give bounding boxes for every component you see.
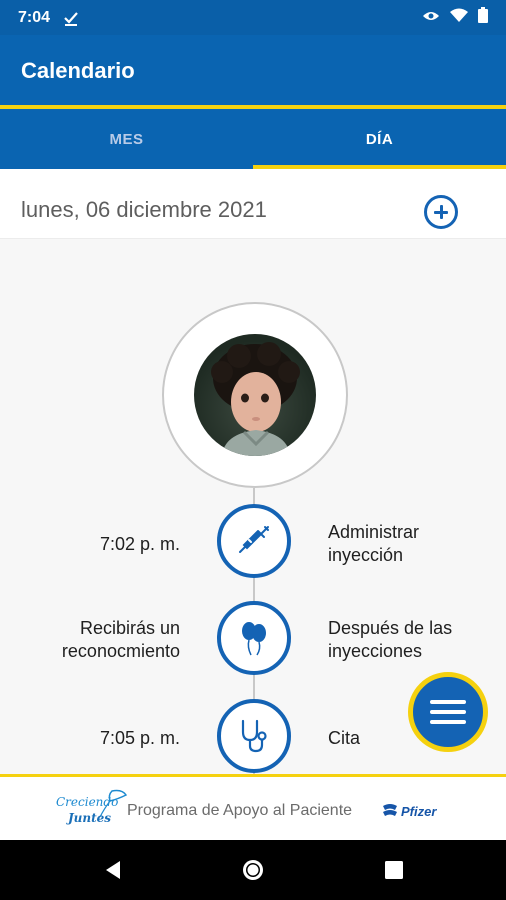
tab-mes[interactable]: MES (0, 109, 253, 169)
menu-icon-bar (430, 720, 466, 724)
system-nav-bar (0, 840, 506, 900)
avatar (194, 334, 316, 456)
date-header: lunes, 06 diciembre 2021 (0, 169, 506, 239)
eye-icon (422, 9, 440, 27)
program-text: Programa de Apoyo al Paciente (127, 802, 353, 819)
battery-icon (478, 7, 488, 28)
tab-bar: MES DÍA (0, 109, 506, 169)
menu-icon-bar (430, 700, 466, 704)
home-icon[interactable] (241, 858, 265, 887)
event-time-1: 7:02 p. m. (99, 534, 180, 554)
status-bar: 7:04 (0, 0, 506, 35)
logo-text-line2: Juntes (68, 811, 112, 825)
logo-text-line1: Creciendo (56, 795, 119, 809)
pfizer-logo: Pfizer (381, 799, 436, 823)
event-time-3: 7:05 p. m. (99, 728, 180, 748)
pfizer-text: Pfizer (401, 803, 437, 819)
tab-dia[interactable]: DÍA (253, 109, 506, 169)
avatar-ring (162, 302, 348, 488)
event-button-2[interactable] (217, 601, 291, 675)
footer: Creciendo Juntes Programa de Apoyo al Pa… (0, 774, 506, 840)
syringe-icon (239, 526, 269, 553)
event-time-2: Recibirás un reconocmiento (61, 618, 180, 661)
menu-fab[interactable] (408, 672, 488, 752)
event-button-3[interactable] (217, 699, 291, 773)
download-done-icon (64, 10, 78, 26)
status-icons (422, 7, 488, 28)
creciendo-juntos-logo: Creciendo Juntes (52, 787, 132, 835)
status-time: 7:04 (18, 8, 51, 26)
wifi-icon (450, 8, 468, 27)
recents-icon[interactable] (385, 861, 403, 884)
selected-date: lunes, 06 diciembre 2021 (21, 197, 267, 222)
add-event-button[interactable] (424, 195, 458, 229)
event-title-2: Después de las inyecciones (328, 618, 453, 661)
event-title-1: Administrar inyección (328, 522, 420, 565)
event-button-1[interactable] (217, 504, 291, 578)
page-title: Calendario (21, 58, 135, 83)
back-icon[interactable] (104, 860, 122, 885)
stethoscope-icon (241, 719, 267, 753)
menu-icon-bar (430, 710, 466, 714)
app-bar: Calendario (0, 35, 506, 105)
balloons-icon (242, 622, 266, 656)
pfizer-mark-icon (383, 804, 397, 816)
